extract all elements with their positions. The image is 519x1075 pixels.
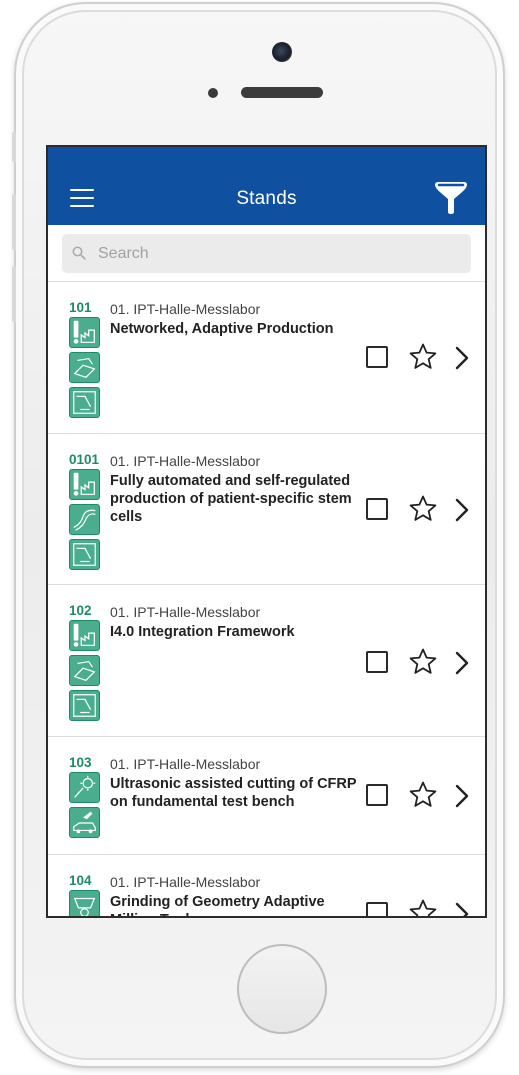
stand-title: Grinding of Geometry Adaptive Milling To… [110, 894, 325, 916]
topic-icons [69, 317, 100, 422]
chevron-right-icon[interactable] [454, 902, 470, 918]
select-checkbox[interactable] [366, 651, 388, 673]
stand-number: 104 [69, 873, 92, 888]
chevron-right-icon[interactable] [454, 651, 470, 675]
stand-number: 0101 [69, 452, 100, 467]
chevron-right-icon[interactable] [454, 346, 470, 370]
earpiece-speaker [241, 87, 323, 98]
select-checkbox[interactable] [366, 498, 388, 520]
volume-down-button [12, 266, 16, 322]
topic-icons [69, 772, 100, 842]
list-item[interactable]: 102 01. IPT-Halle-Messlabor I4.0 Integra… [48, 585, 485, 737]
gear-process-icon [69, 772, 100, 803]
search-icon [72, 246, 86, 260]
topic-icons [69, 469, 100, 574]
favorite-star-icon[interactable] [408, 647, 438, 677]
stand-number: 103 [69, 755, 92, 770]
select-checkbox[interactable] [366, 346, 388, 368]
stand-title: Ultrasonic assisted cutting of CFRP on f… [110, 776, 357, 810]
industry-4-0-icon [69, 317, 100, 348]
stands-list: 101 01. IPT-Halle-Messlabor Networked, A… [48, 282, 485, 918]
list-item[interactable]: 103 01. IPT-Halle-Messlabor Ultrasonic a… [48, 737, 485, 855]
favorite-star-icon[interactable] [408, 898, 438, 918]
favorite-star-icon[interactable] [408, 342, 438, 372]
machine-tool-icon [69, 539, 100, 570]
volume-up-button [12, 194, 16, 250]
mute-switch [12, 132, 16, 162]
select-checkbox[interactable] [366, 902, 388, 916]
front-camera [272, 42, 292, 62]
industry-4-0-icon [69, 469, 100, 500]
home-button[interactable] [237, 944, 327, 1034]
favorite-star-icon[interactable] [408, 494, 438, 524]
page-title: Stands [236, 188, 297, 209]
proximity-sensor [208, 88, 218, 98]
search-bar [48, 225, 485, 282]
list-item[interactable]: 0101 01. IPT-Halle-Messlabor Fully autom… [48, 434, 485, 585]
stand-title: I4.0 Integration Framework [110, 624, 295, 640]
filter-funnel-icon[interactable] [433, 180, 469, 216]
machine-tool-icon [69, 690, 100, 721]
stand-category: 01. IPT-Halle-Messlabor [110, 301, 261, 317]
chevron-right-icon[interactable] [454, 498, 470, 522]
digital-process-icon [69, 352, 100, 383]
stand-category: 01. IPT-Halle-Messlabor [110, 604, 261, 620]
stand-title: Networked, Adaptive Production [110, 321, 334, 337]
topic-icons [69, 620, 100, 725]
digital-process-icon [69, 655, 100, 686]
grinding-process-icon [69, 890, 100, 916]
chevron-right-icon[interactable] [454, 784, 470, 808]
favorite-star-icon[interactable] [408, 780, 438, 810]
stand-title: Fully automated and self-regulated produ… [110, 473, 352, 525]
app-screen: Stands 101 01. IPT-Halle-Messlabor Netwo… [46, 145, 487, 918]
select-checkbox[interactable] [366, 784, 388, 806]
machine-tool-icon [69, 387, 100, 418]
aerospace-automotive-icon [69, 807, 100, 838]
navigation-bar: Stands [48, 147, 485, 225]
bio-process-icon [69, 504, 100, 535]
stand-number: 102 [69, 603, 92, 618]
stand-category: 01. IPT-Halle-Messlabor [110, 874, 261, 890]
list-item[interactable]: 101 01. IPT-Halle-Messlabor Networked, A… [48, 282, 485, 434]
stand-number: 101 [69, 300, 92, 315]
search-field[interactable] [62, 234, 471, 273]
topic-icons [69, 890, 100, 916]
industry-4-0-icon [69, 620, 100, 651]
search-input[interactable] [98, 234, 458, 273]
list-item[interactable]: 104 01. IPT-Halle-Messlabor Grinding of … [48, 855, 485, 918]
stand-category: 01. IPT-Halle-Messlabor [110, 756, 261, 772]
stand-category: 01. IPT-Halle-Messlabor [110, 453, 261, 469]
